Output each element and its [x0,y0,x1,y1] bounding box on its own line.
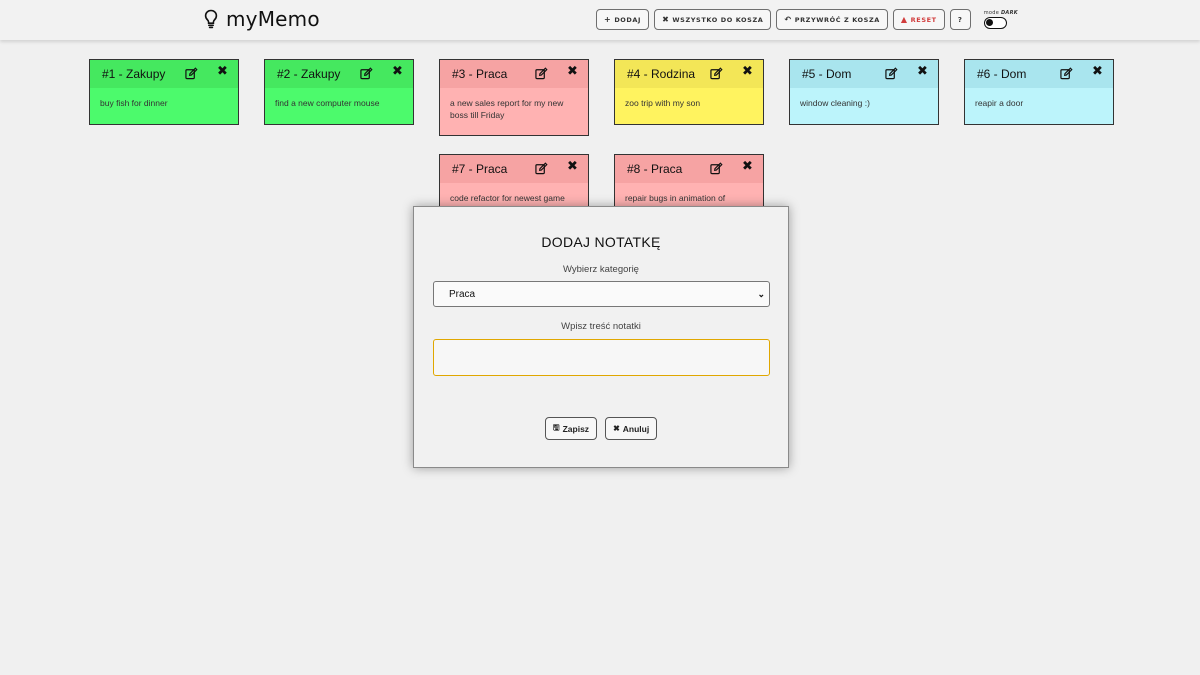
note-header: #4 - Rodzina ✖ [615,60,763,88]
category-select[interactable]: Praca ⌄ [433,281,770,307]
delete-note-icon[interactable]: ✖ [742,65,753,78]
cancel-label: Anuluj [622,423,650,434]
chevron-down-icon: ⌄ [757,289,765,299]
edit-icon[interactable] [360,67,373,80]
note-card: #8 - Praca ✖ repair bugs in animation of [614,154,764,214]
note-header: #7 - Praca ✖ [440,155,588,183]
help-button[interactable]: ? [949,9,971,30]
save-button[interactable]: 🖫 Zapisz [544,417,598,440]
dark-mode-control: mode DARK [983,10,1018,29]
edit-icon[interactable] [885,67,898,80]
undo-icon: ↶ [784,14,792,24]
note-text-input[interactable] [433,339,770,376]
note-header: #2 - Zakupy ✖ [265,60,413,88]
note-card: #5 - Dom ✖ window cleaning :) [789,59,939,125]
edit-icon[interactable] [710,162,723,175]
reset-label: RESET [910,15,937,24]
category-selected-value: Praca [449,288,476,300]
note-header: #3 - Praca ✖ [440,60,588,88]
modal-title: DODAJ NOTATKĘ [541,234,661,250]
note-title: #5 - Dom [802,67,852,81]
note-card: #6 - Dom ✖ reapir a door [964,59,1114,125]
edit-icon[interactable] [1060,67,1073,80]
cancel-button[interactable]: ✖ Anuluj [605,417,658,440]
note-text: find a new computer mouse [275,98,380,108]
note-title: #6 - Dom [977,67,1027,81]
reset-button[interactable]: ▲ RESET [892,9,945,30]
plus-icon: + [604,14,612,24]
delete-note-icon[interactable]: ✖ [567,160,578,173]
delete-note-icon[interactable]: ✖ [392,65,403,78]
delete-note-icon[interactable]: ✖ [567,65,578,78]
note-title: #4 - Rodzina [627,67,696,81]
delete-note-icon[interactable]: ✖ [217,65,228,78]
save-label: Zapisz [562,423,590,434]
edit-icon[interactable] [535,67,548,80]
note-text: zoo trip with my son [625,98,701,108]
restore-label: PRZYWRÓĆ Z KOSZA [794,15,880,24]
delete-note-icon[interactable]: ✖ [742,160,753,173]
mode-label: mode DARK [984,10,1018,16]
dark-mode-toggle[interactable] [983,17,1007,29]
modal-actions: 🖫 Zapisz ✖ Anuluj [414,417,788,440]
app-title: myMemo [226,7,320,31]
add-note-label: DODAJ [614,15,642,24]
category-label: Wybierz kategorię [563,264,639,275]
note-title: #3 - Praca [452,67,508,81]
note-title: #7 - Praca [452,162,508,176]
delete-note-icon[interactable]: ✖ [1092,65,1103,78]
note-card: #7 - Praca ✖ code refactor for newest ga… [439,154,589,214]
close-icon: ✖ [613,424,620,433]
lightbulb-icon [204,9,218,29]
edit-icon[interactable] [535,162,548,175]
toggle-knob [985,19,993,26]
trash-all-button[interactable]: ✖ WSZYSTKO DO KOSZA [654,9,772,30]
note-header: #8 - Praca ✖ [615,155,763,183]
note-title: #8 - Praca [627,162,683,176]
note-title: #1 - Zakupy [102,67,166,81]
trash-all-label: WSZYSTKO DO KOSZA [672,15,764,24]
note-header: #5 - Dom ✖ [790,60,938,88]
close-icon: ✖ [662,14,670,24]
note-text: window cleaning :) [800,98,870,108]
note-header: #1 - Zakupy ✖ [90,60,238,88]
edit-icon[interactable] [185,67,198,80]
note-card: #1 - Zakupy ✖ buy fish for dinner [89,59,239,125]
note-text-label: Wpisz treść notatki [561,321,641,332]
top-bar: myMemo + DODAJ ✖ WSZYSTKO DO KOSZA ↶ PRZ… [0,0,1200,40]
note-card: #3 - Praca ✖ a new sales report for my n… [439,59,589,136]
delete-note-icon[interactable]: ✖ [917,65,928,78]
toolbar: + DODAJ ✖ WSZYSTKO DO KOSZA ↶ PRZYWRÓĆ Z… [596,9,1018,30]
edit-icon[interactable] [710,67,723,80]
brand: myMemo [204,7,320,31]
note-title: #2 - Zakupy [277,67,341,81]
note-card: #4 - Rodzina ✖ zoo trip with my son [614,59,764,125]
add-note-modal: DODAJ NOTATKĘ Wybierz kategorię Praca ⌄ … [413,206,789,468]
mode-label-text: mode [983,10,1000,16]
floppy-disk-icon: 🖫 [552,422,560,432]
note-text: a new sales report for my new boss till … [450,98,564,120]
restore-from-trash-button[interactable]: ↶ PRZYWRÓĆ Z KOSZA [776,9,888,30]
note-card: #2 - Zakupy ✖ find a new computer mouse [264,59,414,125]
note-header: #6 - Dom ✖ [965,60,1113,88]
mode-label-value: DARK [1000,10,1018,16]
warning-icon: ▲ [900,14,908,24]
note-text: reapir a door [975,98,1024,108]
note-text: buy fish for dinner [100,98,168,108]
add-note-button[interactable]: + DODAJ [596,9,650,30]
